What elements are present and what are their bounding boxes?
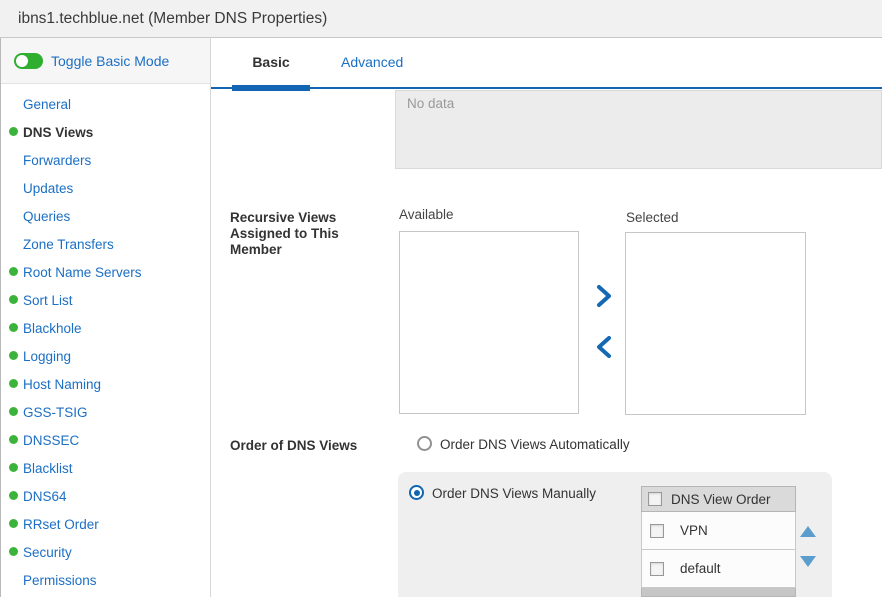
row-checkbox[interactable] (650, 562, 664, 576)
dialog-body: Toggle Basic Mode General DNS Views (0, 38, 882, 597)
order-manually-radio[interactable] (409, 485, 424, 500)
sidebar-item[interactable]: Permissions (1, 566, 210, 594)
views-empty-listbox: No data (395, 90, 882, 169)
chevron-left-icon (595, 336, 613, 358)
status-dot-icon (9, 519, 18, 528)
sidebar-item-label: Sort List (23, 293, 73, 308)
sidebar-item[interactable]: Queries (1, 202, 210, 230)
sidebar-item[interactable]: General (1, 90, 210, 118)
selected-column-label: Selected (626, 210, 679, 225)
dns-view-name: default (680, 561, 721, 576)
sidebar-item[interactable]: Sort List (1, 286, 210, 314)
dialog-title: ibns1.techblue.net (Member DNS Propertie… (0, 0, 882, 37)
dns-view-name: VPN (680, 523, 708, 538)
recursive-views-label: Recursive Views Assigned to This Member (230, 210, 388, 258)
table-rows: VPN default (641, 512, 796, 588)
sidebar-item[interactable]: Root Name Servers (1, 258, 210, 286)
order-of-dns-views-label: Order of DNS Views (230, 438, 357, 453)
sidebar-item[interactable]: Zone Transfers (1, 230, 210, 258)
form-scroll-area[interactable]: Views No data Recursive Views Assigned t… (211, 89, 882, 597)
sidebar-item[interactable]: DNS Views (1, 118, 210, 146)
available-column-label: Available (399, 207, 454, 222)
available-views-listbox[interactable] (399, 231, 579, 414)
tab-advanced-label: Advanced (341, 54, 403, 70)
tab-basic-label: Basic (252, 54, 289, 70)
tab-advanced[interactable]: Advanced (339, 38, 405, 87)
tab-bar: Basic Advanced (211, 38, 882, 89)
sidebar-item-label: Blacklist (23, 461, 73, 476)
dialog-titlebar: ibns1.techblue.net (Member DNS Propertie… (0, 0, 882, 38)
order-automatically-radio[interactable] (417, 436, 432, 451)
sidebar-item-label: Queries (23, 209, 70, 224)
chevron-right-icon (595, 285, 613, 307)
sidebar-item[interactable]: Blackhole (1, 314, 210, 342)
toggle-on-icon[interactable] (14, 53, 43, 69)
table-row[interactable]: default (641, 550, 796, 588)
status-dot-icon (9, 127, 18, 136)
move-up-button[interactable] (800, 526, 816, 537)
sidebar-item-label: DNSSEC (23, 433, 79, 448)
table-horizontal-scrollbar[interactable] (641, 588, 796, 597)
sidebar-item-label: Permissions (23, 573, 97, 588)
status-dot-icon (9, 547, 18, 556)
sidebar-item[interactable]: Security (1, 538, 210, 566)
sidebar-item[interactable]: DNS64 (1, 482, 210, 510)
move-down-button[interactable] (800, 556, 816, 567)
sidebar-item-label: RRset Order (23, 517, 99, 532)
status-dot-icon (9, 463, 18, 472)
sidebar-item-label: GSS-TSIG (23, 405, 88, 420)
status-dot-icon (9, 435, 18, 444)
sidebar-item[interactable]: DNSSEC (1, 426, 210, 454)
tab-basic[interactable]: Basic (232, 38, 310, 87)
status-dot-icon (9, 267, 18, 276)
sidebar-nav: General DNS Views Forwarders Upd (1, 84, 210, 594)
status-dot-icon (9, 379, 18, 388)
row-checkbox[interactable] (650, 524, 664, 538)
main-content: Basic Advanced Views No data Recursive V… (211, 38, 882, 597)
selected-views-listbox[interactable] (625, 232, 806, 415)
move-right-button[interactable] (595, 285, 613, 307)
status-dot-icon (9, 407, 18, 416)
sidebar-item-label: Zone Transfers (23, 237, 114, 252)
sidebar-item[interactable]: Logging (1, 342, 210, 370)
status-dot-icon (9, 323, 18, 332)
sidebar-item[interactable]: RRset Order (1, 510, 210, 538)
sidebar-item-label: Forwarders (23, 153, 91, 168)
sidebar-item-label: DNS Views (23, 125, 93, 140)
status-dot-icon (9, 351, 18, 360)
order-automatically-label: Order DNS Views Automatically (440, 437, 630, 452)
table-row[interactable]: VPN (641, 512, 796, 550)
sidebar-item[interactable]: Updates (1, 174, 210, 202)
no-data-text: No data (396, 91, 881, 116)
sidebar-item-label: General (23, 97, 71, 112)
sidebar-item[interactable]: GSS-TSIG (1, 398, 210, 426)
dns-view-order-table: DNS View Order VPN (641, 486, 796, 597)
sidebar-item-label: Security (23, 545, 72, 560)
table-header-row: DNS View Order (641, 486, 796, 512)
table-header-label: DNS View Order (671, 492, 771, 507)
sidebar-item[interactable]: Forwarders (1, 146, 210, 174)
sidebar-item-label: Root Name Servers (23, 265, 142, 280)
move-left-button[interactable] (595, 336, 613, 358)
status-dot-icon (9, 295, 18, 304)
active-tab-indicator (232, 85, 310, 91)
sidebar-item[interactable]: Host Naming (1, 370, 210, 398)
sidebar: Toggle Basic Mode General DNS Views (1, 38, 211, 597)
manual-order-panel: Order DNS Views Manually DNS View Order (398, 472, 832, 597)
sidebar-item-label: DNS64 (23, 489, 67, 504)
member-dns-properties-dialog: ibns1.techblue.net (Member DNS Propertie… (0, 0, 882, 598)
order-manually-label: Order DNS Views Manually (432, 486, 596, 501)
status-dot-icon (9, 491, 18, 500)
toggle-basic-mode-label: Toggle Basic Mode (51, 53, 169, 69)
sidebar-item-label: Logging (23, 349, 71, 364)
sidebar-item-label: Blackhole (23, 321, 82, 336)
select-all-checkbox[interactable] (648, 492, 662, 506)
sidebar-item-label: Host Naming (23, 377, 101, 392)
sidebar-item-label: Updates (23, 181, 73, 196)
sidebar-item[interactable]: Blacklist (1, 454, 210, 482)
toggle-basic-mode[interactable]: Toggle Basic Mode (1, 38, 210, 84)
